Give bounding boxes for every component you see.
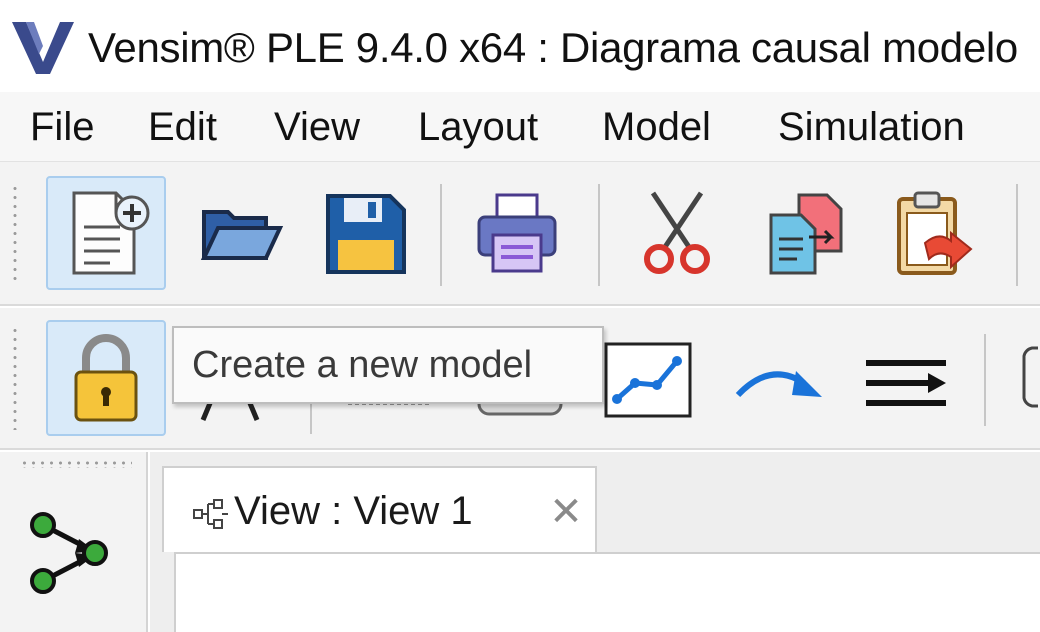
toolbar-grip[interactable] — [12, 326, 18, 430]
rate-icon — [866, 360, 946, 406]
title-bar: Vensim® PLE 9.4.0 x64 : Diagrama causal … — [0, 0, 1040, 92]
menu-layout[interactable]: Layout — [418, 100, 538, 154]
menu-simulation[interactable]: Simulation — [778, 100, 965, 154]
diagram-canvas[interactable] — [174, 552, 1040, 632]
cut-button[interactable] — [622, 176, 732, 290]
rate-button[interactable] — [856, 348, 956, 418]
open-button[interactable] — [184, 176, 294, 290]
graph-lookup-button[interactable] — [602, 340, 694, 420]
close-icon[interactable]: ✕ — [547, 490, 585, 534]
sketch-tools-panel — [0, 452, 148, 632]
comment-button[interactable] — [1018, 344, 1040, 410]
menu-file[interactable]: File — [30, 100, 94, 154]
causal-links-button[interactable] — [18, 498, 118, 608]
copy-icon — [769, 193, 843, 275]
vensim-logo-icon — [12, 22, 74, 74]
print-button[interactable] — [462, 176, 572, 290]
lock-button[interactable] — [46, 320, 166, 436]
menu-edit[interactable]: Edit — [148, 100, 217, 154]
paste-icon — [897, 191, 973, 275]
paste-button[interactable] — [880, 176, 990, 290]
comment-icon — [1022, 346, 1038, 408]
view-area: View : View 1 ✕ — [150, 452, 1040, 632]
menu-view[interactable]: View — [274, 100, 360, 154]
print-icon — [477, 193, 557, 273]
save-button[interactable] — [310, 176, 420, 290]
lock-icon — [74, 334, 138, 422]
menu-model[interactable]: Model — [602, 100, 711, 154]
toolbar-separator — [984, 334, 986, 426]
toolbar-grip[interactable] — [12, 184, 18, 286]
copy-button[interactable] — [752, 176, 862, 290]
new-model-button[interactable] — [46, 176, 166, 290]
toolbar-separator — [1016, 184, 1018, 286]
arrow-button[interactable] — [726, 348, 830, 418]
panel-grip[interactable] — [20, 460, 132, 468]
tab-view-1[interactable]: View : View 1 ✕ — [162, 466, 597, 552]
toolbar-separator — [598, 184, 600, 286]
standard-toolbar — [0, 162, 1040, 306]
causal-tree-icon — [30, 512, 108, 594]
view-diagram-icon — [193, 499, 228, 529]
graph-lookup-icon — [604, 342, 692, 418]
tooltip: Create a new model — [172, 326, 604, 404]
arrow-icon — [735, 371, 822, 398]
window-title: Vensim® PLE 9.4.0 x64 : Diagrama causal … — [88, 24, 1018, 71]
new-model-icon — [72, 191, 150, 275]
save-icon — [326, 194, 406, 274]
menu-bar: File Edit View Layout Model Simulation — [0, 92, 1040, 162]
open-icon — [200, 210, 284, 260]
tab-label: View : View 1 — [234, 489, 473, 533]
cut-icon — [644, 191, 710, 274]
toolbar-separator — [440, 184, 442, 286]
